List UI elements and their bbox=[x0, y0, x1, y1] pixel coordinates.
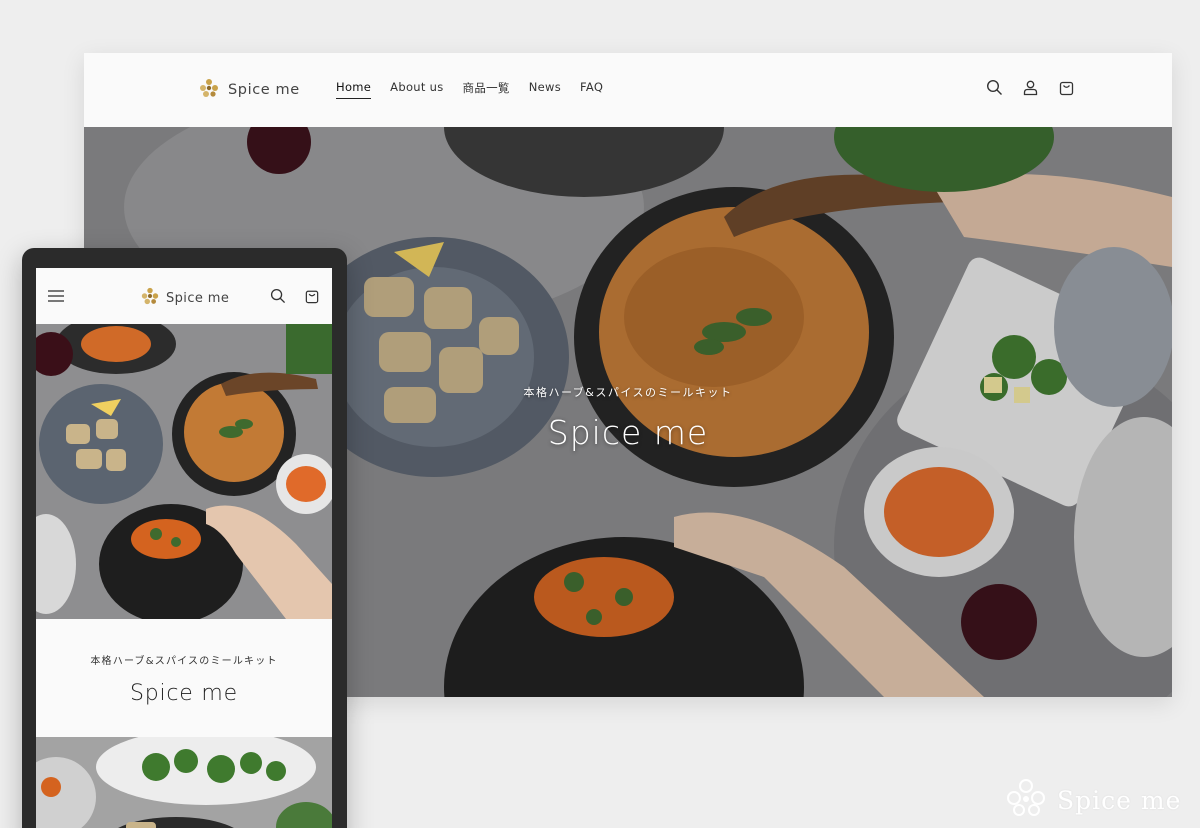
header-actions bbox=[984, 77, 1076, 97]
nav-faq[interactable]: FAQ bbox=[580, 80, 603, 99]
mobile-screen: Spice me 本格ハーブ&スパイスのミールキット Spice me bbox=[36, 268, 332, 828]
cart-icon[interactable] bbox=[302, 286, 322, 306]
nav-home[interactable]: Home bbox=[336, 80, 372, 99]
spice-flower-logo-icon bbox=[198, 77, 220, 103]
mobile-mockup: Spice me 本格ハーブ&スパイスのミールキット Spice me bbox=[22, 248, 347, 828]
menu-icon[interactable] bbox=[46, 286, 66, 306]
mobile-second-image[interactable] bbox=[36, 737, 332, 828]
desktop-header: Spice me Home About us 商品一覧 News FAQ bbox=[84, 53, 1172, 127]
search-icon[interactable] bbox=[268, 286, 288, 306]
mobile-hero-title: Spice me bbox=[129, 681, 239, 706]
mobile-header: Spice me bbox=[36, 268, 332, 324]
nav-news[interactable]: News bbox=[529, 80, 561, 99]
mobile-brand-logo[interactable]: Spice me bbox=[140, 286, 229, 310]
watermark-text: Spice me bbox=[1057, 785, 1182, 815]
mobile-header-actions bbox=[268, 286, 322, 306]
nav-products[interactable]: 商品一覧 bbox=[463, 80, 510, 99]
mobile-hero-subtitle: 本格ハーブ&スパイスのミールキット bbox=[90, 656, 278, 667]
brand-name: Spice me bbox=[228, 82, 300, 98]
mobile-hero-image[interactable] bbox=[36, 324, 332, 619]
search-icon[interactable] bbox=[984, 77, 1004, 97]
mobile-brand-name: Spice me bbox=[166, 290, 230, 306]
spice-flower-logo-icon bbox=[1005, 778, 1047, 822]
main-nav: Home About us 商品一覧 News FAQ bbox=[336, 80, 603, 99]
mobile-food-photo bbox=[36, 324, 332, 619]
spice-flower-logo-icon bbox=[140, 286, 160, 310]
mobile-hero-text: 本格ハーブ&スパイスのミールキット Spice me bbox=[36, 619, 332, 737]
nav-about-us[interactable]: About us bbox=[390, 80, 443, 99]
cart-icon[interactable] bbox=[1056, 77, 1076, 97]
mobile-vegetable-photo bbox=[36, 737, 332, 828]
account-icon[interactable] bbox=[1020, 77, 1040, 97]
brand-watermark: Spice me bbox=[1005, 778, 1181, 822]
brand-logo[interactable]: Spice me bbox=[198, 77, 300, 103]
